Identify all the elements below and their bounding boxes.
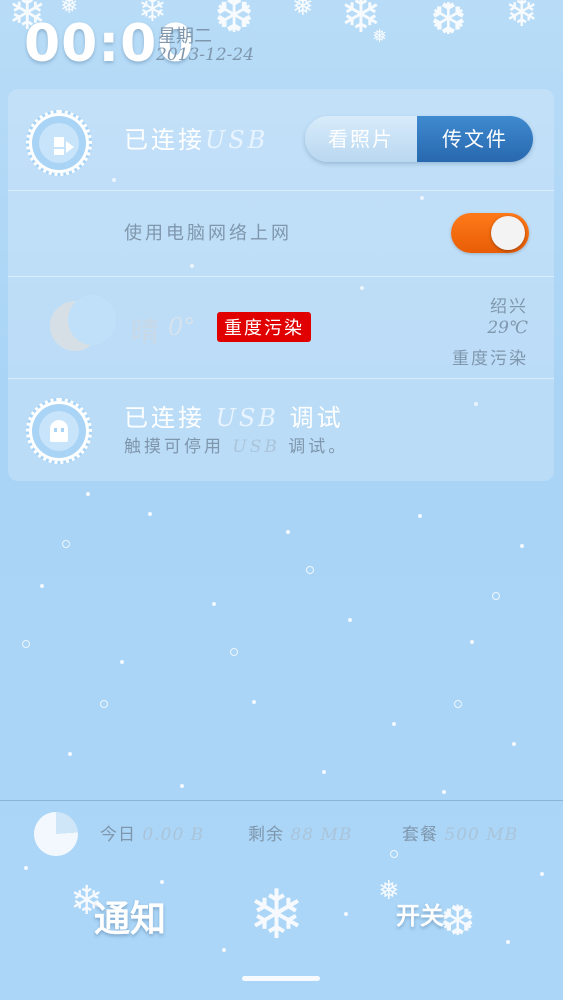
toggles-tab[interactable]: 开关 xyxy=(396,896,444,931)
transfer-files-tab[interactable]: 传文件 xyxy=(417,116,533,162)
usb-mode-segmented-control: 看照片 传文件 xyxy=(305,116,533,162)
snowflake-icon: ❆ xyxy=(430,0,467,45)
snowflake-icon: ❆ xyxy=(214,0,255,44)
usb-debug-subtitle: 触摸可停用 USB 调试。 xyxy=(124,437,349,457)
divider xyxy=(0,800,563,801)
weather-temperature: 0° xyxy=(168,313,196,341)
pc-internet-toggle[interactable] xyxy=(451,213,529,253)
city-temperature: 29℃ xyxy=(487,318,528,338)
remaining-data: 剩余 88 MB xyxy=(248,825,353,845)
snowflake-icon: ❅ xyxy=(292,0,314,22)
pc-internet-label: 使用电脑网络上网 xyxy=(124,223,292,244)
date-label: 2013-12-24 xyxy=(156,45,255,65)
plan-total: 套餐 500 MB xyxy=(402,825,519,845)
air-quality-badge: 重度污染 xyxy=(217,312,311,342)
usb-debug-title[interactable]: 已连接 USB 调试 xyxy=(124,398,344,433)
data-usage-pie-fill xyxy=(34,812,78,856)
weather-condition: 晴 xyxy=(131,315,160,348)
ghost-debug-icon xyxy=(26,398,92,464)
usb-connected-label: 已连接USB xyxy=(124,126,269,154)
view-photos-tab[interactable]: 看照片 xyxy=(305,116,417,162)
weather-city[interactable]: 绍兴 xyxy=(490,292,528,317)
today-usage: 今日 0.00 B xyxy=(100,825,205,845)
moon-icon xyxy=(50,295,116,351)
snowflake-icon: ❄ xyxy=(505,0,539,36)
home-indicator[interactable] xyxy=(242,976,320,981)
usb-transfer-icon xyxy=(26,110,92,176)
snowflake-icon[interactable]: ❄ xyxy=(248,876,305,955)
snowflake-icon: ❅ xyxy=(372,26,388,47)
toggle-knob xyxy=(491,216,525,250)
notifications-tab[interactable]: 通知 xyxy=(94,890,166,942)
snowflake-icon: ❆ xyxy=(440,896,476,945)
city-air-quality: 重度污染 xyxy=(452,349,528,369)
